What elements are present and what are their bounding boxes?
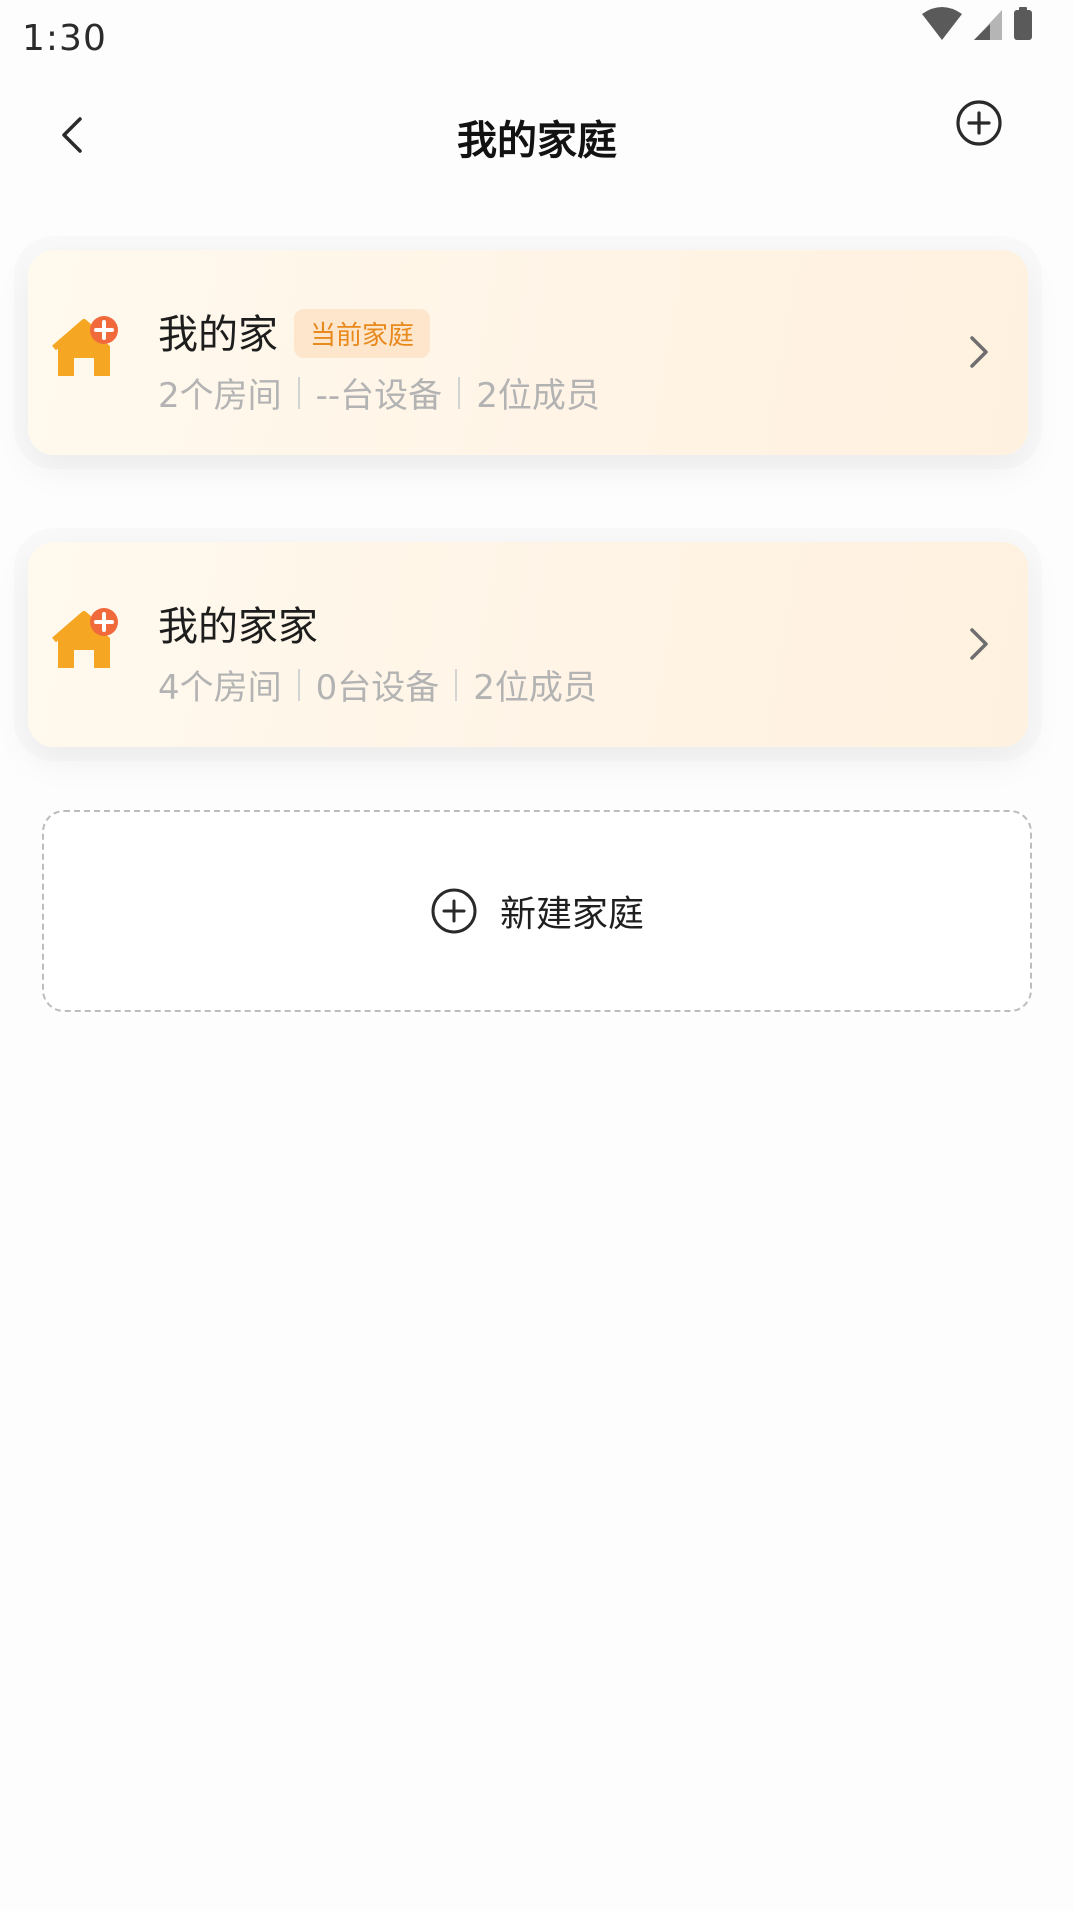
stat-divider [297,376,300,409]
home-card[interactable]: 我的家 当前家庭 2个房间 --台设备 2位成员 [28,250,1028,455]
home-add-icon [52,316,118,376]
room-count: 2个房间 [158,376,282,416]
plus-circle-icon [431,888,477,934]
home-stats: 2个房间 --台设备 2位成员 [158,368,600,417]
status-bar: 1:30 [0,0,1074,70]
room-count: 4个房间 [158,668,282,708]
home-name-text: 我的家家 [158,604,318,650]
stat-divider [458,376,461,409]
device-count: 0台设备 [315,668,440,708]
home-add-icon [52,608,118,668]
page-title: 我的家庭 [457,118,617,164]
home-card[interactable]: 我的家家 4个房间 0台设备 2位成员 [28,542,1028,747]
header: 我的家庭 [0,80,1074,190]
home-name-text: 我的家 [158,312,278,358]
chevron-right-icon [970,336,988,368]
stat-divider [297,668,300,701]
add-home-button[interactable] [954,98,1004,148]
new-home-label: 新建家庭 [499,894,644,935]
plus-circle-icon [956,100,1002,146]
home-name: 我的家家 [158,594,318,652]
member-count: 2位成员 [476,376,600,416]
current-home-badge: 当前家庭 [294,308,431,358]
screen: 1:30 我的家庭 我的家 当前家庭 2个房间 --台设备 2位成员 我的家家 … [0,0,1074,1911]
chevron-right-icon [970,628,988,660]
battery-icon [1014,7,1032,40]
status-time: 1:30 [22,18,107,59]
device-count: --台设备 [315,376,443,416]
stat-divider [455,668,458,701]
signal-icon [974,10,1002,40]
status-icons [920,6,1034,46]
home-name: 我的家 当前家庭 [158,302,431,362]
member-count: 2位成员 [473,668,597,708]
wifi-icon [922,7,962,40]
home-stats: 4个房间 0台设备 2位成员 [158,660,597,709]
new-home-button[interactable]: 新建家庭 [42,810,1032,1012]
